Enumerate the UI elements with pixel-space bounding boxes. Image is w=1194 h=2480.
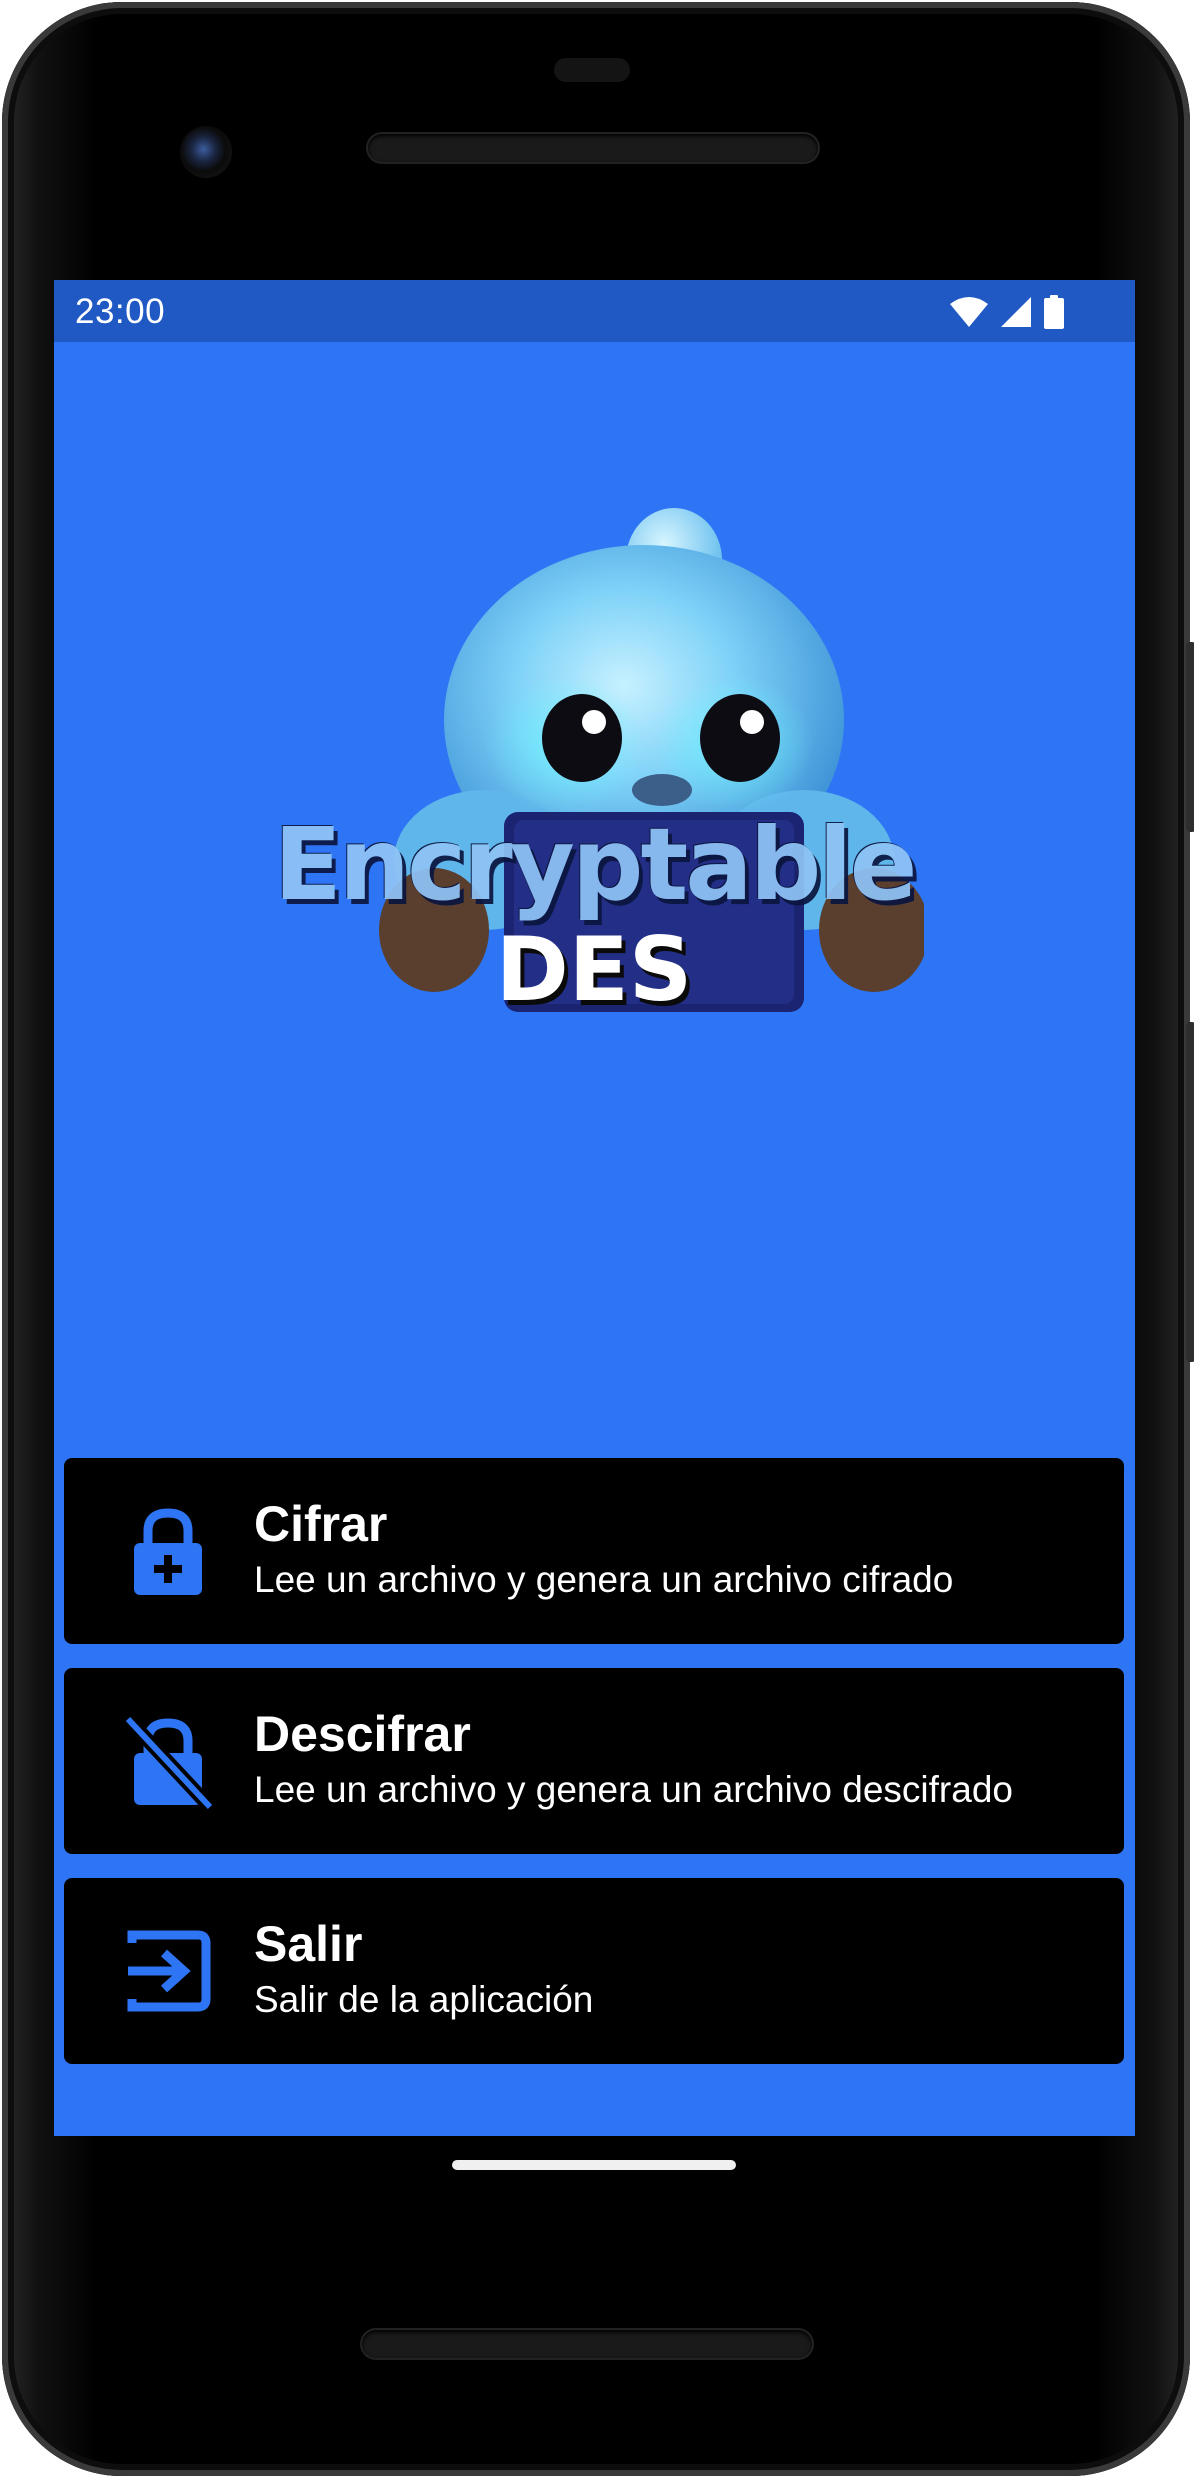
main-menu: Cifrar Lee un archivo y genera un archiv… [64,1458,1124,2088]
phone-frame: 23:00 Encryptable DES Cifrar Lee un arch… [2,2,1194,2476]
app-main: Encryptable DES Cifrar Lee un archivo y … [54,342,1135,2136]
proximity-sensor [554,58,630,82]
front-camera [180,126,232,178]
status-bar: 23:00 [54,280,1135,342]
battery-icon [1044,295,1064,329]
menu-item-title: Cifrar [254,1496,388,1552]
wifi-icon [950,297,988,327]
screen: 23:00 Encryptable DES Cifrar Lee un arch… [54,280,1135,2136]
menu-item-title: Descifrar [254,1706,471,1762]
logo-subtitle: DES [495,918,693,1021]
volume-button [1186,642,1194,832]
lock-off-icon [122,1714,216,1811]
cell-signal-icon [1001,297,1031,327]
earpiece-speaker [368,134,818,162]
menu-item-cifrar[interactable]: Cifrar Lee un archivo y genera un archiv… [64,1458,1124,1644]
power-button [1186,1022,1194,1362]
status-time: 23:00 [75,292,166,331]
menu-item-title: Salir [254,1916,363,1972]
menu-item-description: Salir de la aplicación [254,1979,594,2020]
menu-item-description: Lee un archivo y genera un archivo cifra… [254,1559,954,1600]
logo-title: Encryptable [273,806,918,923]
home-gesture-bar[interactable] [452,2160,736,2170]
bottom-speaker [362,2330,812,2358]
menu-item-descifrar[interactable]: Descifrar Lee un archivo y genera un arc… [64,1668,1124,1854]
lock-plus-icon [134,1508,202,1595]
menu-item-description: Lee un archivo y genera un archivo desci… [254,1769,1013,1810]
app-logo: Encryptable DES [264,490,924,1050]
status-icons [949,292,1065,332]
menu-item-salir[interactable]: Salir Salir de la aplicación [64,1878,1124,2064]
exit-icon [127,1930,211,2012]
